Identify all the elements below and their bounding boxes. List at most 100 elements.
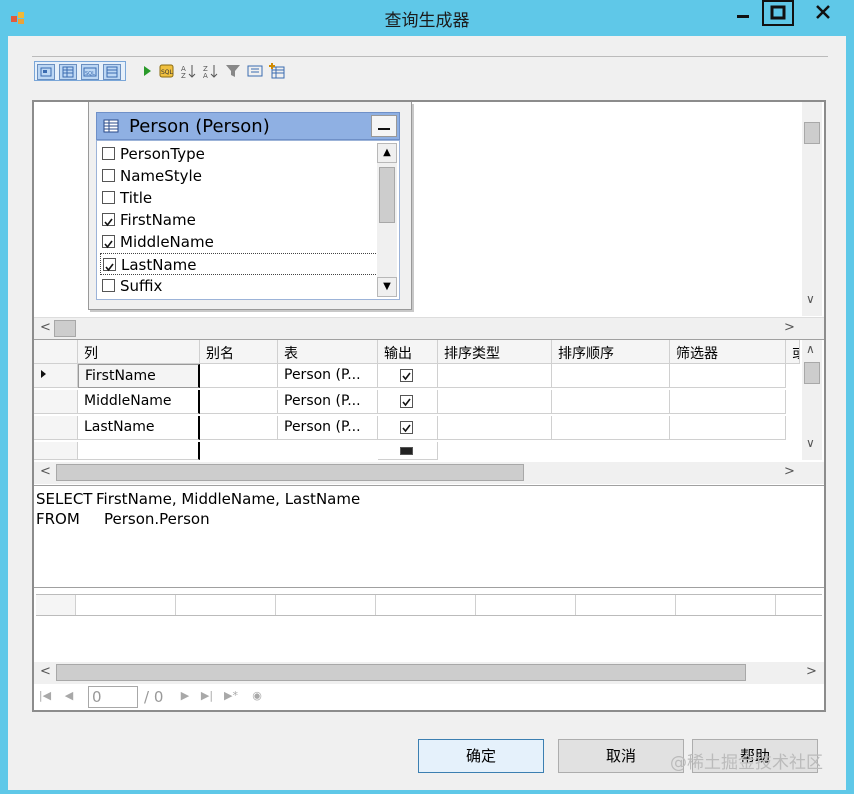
column-checkbox[interactable] [102,213,115,227]
grid-cell-output[interactable] [378,390,438,414]
grid-cell-sort-type[interactable] [438,364,552,388]
grid-cell-sort-type[interactable] [438,390,552,414]
sort-descending-icon[interactable]: ZA [202,62,220,80]
grid-header-table[interactable]: 表 [278,340,378,364]
grid-header-filter[interactable]: 筛选器 [670,340,786,364]
results-column[interactable] [176,595,276,615]
grid-vertical-scrollbar[interactable]: ∧ ∨ [802,340,822,460]
table-header[interactable]: Person (Person) [96,112,400,140]
minimize-button[interactable] [726,0,760,26]
diagram-horizontal-scrollbar[interactable]: < > [34,317,824,339]
grid-cell-sort-order[interactable] [552,416,670,440]
output-checkbox[interactable] [400,369,413,382]
results-column[interactable] [676,595,776,615]
group-by-icon[interactable] [246,62,264,80]
table-collapse-button[interactable] [371,115,397,137]
grid-cell-output[interactable] [378,442,438,460]
grid-cell-table[interactable]: Person (P... [278,390,378,414]
scroll-thumb[interactable] [54,320,76,337]
scroll-thumb[interactable] [56,464,524,481]
results-column[interactable] [76,595,176,615]
column-item-suffix[interactable]: Suffix [100,275,380,297]
grid-cell-filter[interactable] [670,364,786,388]
grid-header-alias[interactable]: 别名 [200,340,278,364]
maximize-button[interactable] [762,0,794,26]
column-checkbox[interactable] [102,169,115,182]
filter-icon[interactable] [224,62,242,80]
grid-pane-toggle[interactable] [59,64,77,80]
column-item-middlename[interactable]: MiddleName [100,231,380,253]
last-record-icon[interactable]: ▶| [200,689,214,705]
results-column[interactable] [376,595,476,615]
grid-header-sort-order[interactable]: 排序顺序 [552,340,670,364]
scroll-left-icon[interactable]: < [40,464,51,479]
grid-cell-alias[interactable] [200,416,278,440]
previous-record-icon[interactable]: ◀ [62,689,76,705]
scroll-up-icon[interactable]: ▲ [377,143,397,163]
column-item-lastname[interactable]: LastName [100,253,380,275]
grid-header-or[interactable]: 或 [786,340,800,364]
results-column[interactable] [476,595,576,615]
verify-sql-icon[interactable]: SQL [158,62,176,80]
grid-cell-column[interactable]: FirstName [78,364,200,388]
scroll-up-icon[interactable]: ∧ [806,342,815,356]
grid-cell-output[interactable] [378,364,438,388]
ok-button[interactable]: 确定 [418,739,544,773]
row-selector[interactable] [34,416,78,440]
grid-cell-column[interactable]: MiddleName [78,390,200,414]
sql-pane-toggle[interactable]: SQL [81,64,99,80]
diagram-vertical-scrollbar[interactable]: ∨ [802,102,822,316]
grid-cell-filter[interactable] [670,416,786,440]
add-table-icon[interactable] [268,62,286,80]
column-item-title[interactable]: Title [100,187,380,209]
scroll-right-icon[interactable]: > [784,320,795,335]
results-horizontal-scrollbar[interactable]: < > [34,662,824,684]
grid-horizontal-scrollbar[interactable]: < > [34,462,824,484]
scroll-down-icon[interactable]: ∨ [806,292,815,306]
grid-cell-table[interactable]: Person (P... [278,416,378,440]
scroll-down-icon[interactable]: ∨ [806,436,815,450]
column-item-persontype[interactable]: PersonType [100,143,380,165]
results-pane-toggle[interactable] [103,64,121,80]
next-record-icon[interactable]: ▶ [178,689,192,705]
output-checkbox[interactable] [400,421,413,434]
column-list-scrollbar[interactable]: ▲ ▼ [377,143,397,297]
grid-header-sort-type[interactable]: 排序类型 [438,340,552,364]
close-button[interactable] [796,0,850,26]
scroll-thumb[interactable] [804,362,820,384]
scroll-left-icon[interactable]: < [40,320,51,335]
column-checkbox[interactable] [102,191,115,204]
grid-cell-column[interactable] [78,442,200,460]
run-icon[interactable] [138,62,156,80]
diagram-pane-toggle[interactable] [37,64,55,80]
row-selector[interactable] [34,442,78,460]
sort-ascending-icon[interactable]: AZ [180,62,198,80]
scroll-left-icon[interactable]: < [40,664,51,679]
grid-cell-column[interactable]: LastName [78,416,200,440]
stop-icon[interactable]: ◉ [250,689,264,705]
scroll-thumb[interactable] [804,122,820,144]
output-checkbox[interactable] [400,447,413,455]
scroll-right-icon[interactable]: > [806,664,817,679]
grid-cell-sort-type[interactable] [438,416,552,440]
scroll-down-icon[interactable]: ▼ [377,277,397,297]
grid-header-output[interactable]: 输出 [378,340,438,364]
grid-cell-sort-order[interactable] [552,364,670,388]
grid-cell-alias[interactable] [200,364,278,388]
scroll-thumb[interactable] [379,167,395,223]
column-checkbox[interactable] [102,235,115,249]
scroll-thumb[interactable] [56,664,746,681]
sql-pane[interactable]: SELECT FirstName, MiddleName, LastName F… [34,488,824,588]
results-column[interactable] [276,595,376,615]
column-checkbox[interactable] [102,147,115,160]
grid-cell-sort-order[interactable] [552,390,670,414]
record-position-input[interactable]: 0 [88,686,138,708]
column-checkbox[interactable] [103,258,116,272]
grid-cell-output[interactable] [378,416,438,440]
grid-header-column[interactable]: 列 [78,340,200,364]
cancel-button[interactable]: 取消 [558,739,684,773]
row-selector[interactable] [34,390,78,414]
grid-cell-filter[interactable] [670,390,786,414]
table-person-box[interactable]: Person (Person) PersonType NameStyle Tit… [88,102,412,310]
first-record-icon[interactable]: |◀ [38,689,52,705]
